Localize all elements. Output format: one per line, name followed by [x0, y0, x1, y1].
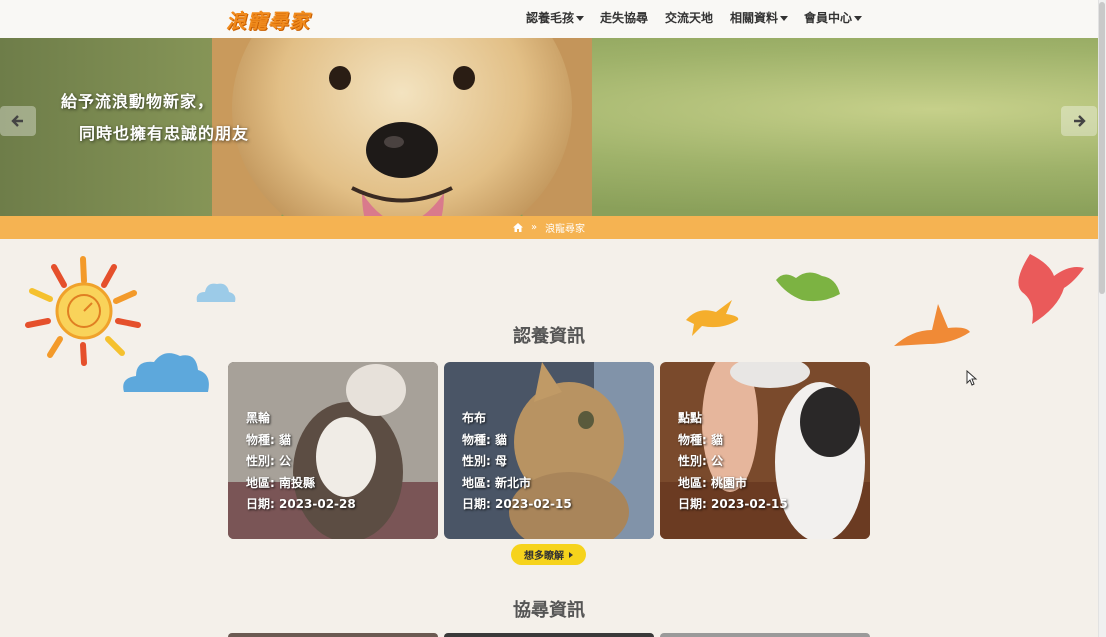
nav-adopt-label: 認養毛孩 [526, 11, 575, 25]
caret-down-icon [854, 16, 863, 21]
nav-resources-label: 相關資料 [730, 11, 779, 25]
nav-member-label: 會員中心 [804, 11, 853, 25]
arrow-left-icon [11, 115, 23, 127]
nav-member[interactable]: 會員中心 [804, 9, 863, 26]
caret-down-icon [780, 16, 789, 21]
search-section-title: 協尋資訊 [513, 600, 585, 621]
search-card-top[interactable] [660, 633, 870, 637]
pet-gender: 性別: 母 [462, 454, 507, 468]
pet-species: 物種: 貓 [678, 432, 723, 447]
pet-region: 地區: 桃園市 [678, 475, 747, 490]
pet-date: 日期: 2023-02-15 [678, 497, 788, 511]
bird-illustration [776, 272, 840, 302]
page-scrollbar[interactable] [1098, 0, 1106, 637]
search-card-top[interactable] [228, 633, 438, 637]
carousel-prev-button[interactable] [0, 106, 36, 136]
search-card-top[interactable] [444, 633, 654, 637]
navbar: 浪寵尋家 認養毛孩 走失協尋 交流天地 相關資料 會員中心 [0, 0, 1098, 38]
bird-illustration [1018, 254, 1084, 324]
scrollbar-thumb[interactable] [1099, 2, 1105, 294]
mouse-cursor-icon [966, 370, 978, 386]
pet-info: 黑輪 物種: 貓 性別: 公 地區: 南投縣 日期: 2023-02-28 [246, 408, 356, 516]
nav-community[interactable]: 交流天地 [665, 9, 713, 26]
search-cards-row [228, 633, 870, 637]
hero-carousel: 給予流浪動物新家， 同時也擁有忠誠的朋友 [0, 38, 1098, 216]
breadcrumb-current: 浪寵尋家 [545, 224, 586, 235]
pet-date: 日期: 2023-02-28 [246, 497, 356, 511]
caret-right-icon [569, 551, 573, 558]
caret-down-icon [576, 16, 585, 21]
pet-card[interactable]: 點點 物種: 貓 性別: 公 地區: 桃園市 日期: 2023-02-15 [660, 362, 870, 539]
cloud-illustration [196, 283, 236, 302]
site-logo[interactable]: 浪寵尋家 [226, 5, 310, 34]
pet-card[interactable]: 黑輪 物種: 貓 性別: 公 地區: 南投縣 日期: 2023-02-28 [228, 362, 438, 539]
pet-name: 點點 [678, 411, 703, 425]
nav-lost[interactable]: 走失協尋 [600, 9, 648, 26]
pet-name: 黑輪 [246, 411, 271, 425]
pet-region: 地區: 新北市 [462, 475, 531, 490]
pet-name: 布布 [462, 411, 487, 425]
pet-card[interactable]: 布布 物種: 貓 性別: 母 地區: 新北市 日期: 2023-02-15 [444, 362, 654, 539]
pet-gender: 性別: 公 [246, 454, 291, 468]
pet-region: 地區: 南投縣 [246, 475, 315, 490]
arrow-right-icon [1074, 115, 1086, 127]
nav-resources[interactable]: 相關資料 [730, 9, 789, 26]
pet-info: 布布 物種: 貓 性別: 母 地區: 新北市 日期: 2023-02-15 [462, 408, 572, 516]
nav-lost-label: 走失協尋 [600, 11, 649, 25]
adoption-section-title: 認養資訊 [513, 326, 585, 347]
learn-more-label: 想多瞭解 [524, 551, 564, 562]
breadcrumb: » 浪寵尋家 [0, 216, 1098, 239]
breadcrumb-separator: » [530, 222, 538, 233]
hero-line-1: 給予流浪動物新家， [61, 92, 215, 111]
pet-species: 物種: 貓 [462, 432, 507, 447]
carousel-next-button[interactable] [1061, 106, 1097, 136]
pet-species: 物種: 貓 [246, 432, 291, 447]
dog-photo [212, 38, 592, 216]
nav-community-label: 交流天地 [665, 11, 714, 25]
hero-line-2: 同時也擁有忠誠的朋友 [79, 124, 250, 143]
pet-info: 點點 物種: 貓 性別: 公 地區: 桃園市 日期: 2023-02-15 [678, 408, 788, 516]
pet-gender: 性別: 公 [678, 454, 723, 468]
nav-adopt[interactable]: 認養毛孩 [526, 9, 585, 26]
home-icon[interactable] [512, 223, 523, 232]
pet-date: 日期: 2023-02-15 [462, 497, 572, 511]
cloud-illustration [123, 353, 209, 392]
learn-more-button[interactable]: 想多瞭解 [511, 544, 586, 565]
